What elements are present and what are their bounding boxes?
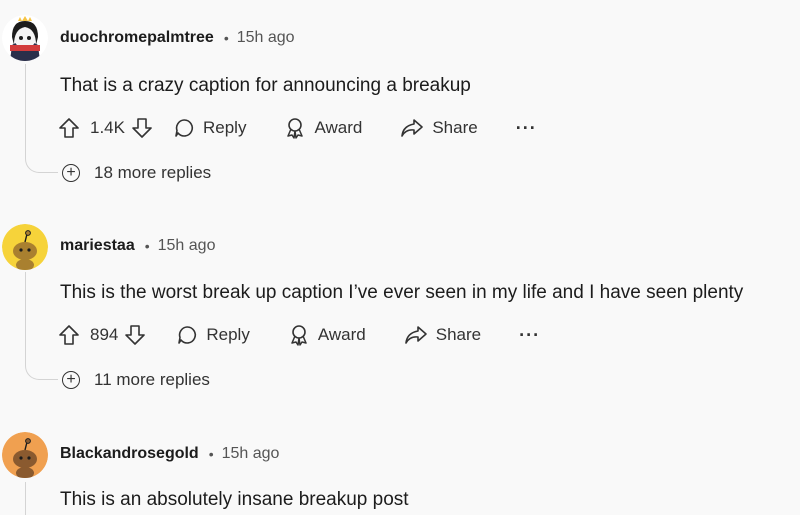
thread-line [25,272,58,380]
timestamp[interactable]: 15h ago [222,445,280,463]
award-button[interactable]: Award [288,324,366,346]
upvote-arrow-icon [59,118,79,138]
more-options-button[interactable]: ··· [516,118,537,139]
downvote-arrow-icon [125,325,146,345]
downvote-arrow-icon [132,118,152,138]
separator-dot: • [144,238,150,254]
downvote-button[interactable] [124,324,146,346]
share-button[interactable]: Share [400,117,478,139]
share-label: Share [432,118,478,137]
comment-bubble-icon [175,119,193,137]
share-button[interactable]: Share [404,324,481,346]
upvote-button[interactable] [58,324,80,346]
comment-actions: 894 Reply Award Share ··· [58,320,540,350]
vote-count: 894 [90,325,119,344]
more-replies-label: 18 more replies [94,163,212,182]
comment-text: That is a crazy caption for announcing a… [60,75,471,96]
more-replies-button[interactable]: + 11 more replies [62,370,210,390]
more-options-button[interactable]: ··· [519,325,540,346]
thread-line [25,482,26,515]
upvote-arrow-icon [59,325,79,345]
award-icon [291,325,307,346]
thread-line [25,64,58,173]
vote-count: 1.4K [90,118,125,137]
avatar-snoo-icon [2,432,48,478]
award-label: Award [317,325,366,344]
reply-button[interactable]: Reply [173,117,246,139]
reply-label: Reply [206,325,250,344]
comment-meta: mariestaa • 15h ago [60,237,215,255]
comment-bubble-icon [178,326,197,344]
reply-label: Reply [202,118,247,137]
separator-dot: • [223,30,229,46]
timestamp[interactable]: 15h ago [158,237,216,255]
avatar[interactable] [2,224,48,270]
comment-text: This is the worst break up caption I’ve … [60,282,744,303]
comment-meta: Blackandrosegold • 15h ago [60,445,279,463]
avatar[interactable] [2,15,48,61]
award-label: Award [314,118,363,137]
comment-actions: 1.4K Reply Award Share ··· [58,113,537,143]
comment-text: This is an absolutely insane breakup pos… [60,489,409,510]
downvote-button[interactable] [131,117,153,139]
separator-dot: • [208,446,214,462]
username[interactable]: Blackandrosegold [60,445,199,463]
award-button[interactable]: Award [284,117,362,139]
comment-meta: duochromepalmtree • 15h ago [60,29,295,47]
more-replies-button[interactable]: + 18 more replies [62,163,211,183]
avatar[interactable] [2,432,48,478]
avatar-snoo-icon [2,224,48,270]
timestamp[interactable]: 15h ago [237,29,295,47]
username[interactable]: mariestaa [60,237,135,255]
username[interactable]: duochromepalmtree [60,29,214,47]
upvote-button[interactable] [58,117,80,139]
award-icon [287,118,304,139]
more-replies-label: 11 more replies [94,370,210,389]
share-label: Share [435,325,482,344]
avatar-panda-icon [2,15,48,61]
share-arrow-icon [401,119,424,137]
reply-button[interactable]: Reply [176,324,250,346]
share-arrow-icon [404,326,427,344]
plus-circle-icon: + [62,164,80,182]
plus-circle-icon: + [62,371,80,389]
